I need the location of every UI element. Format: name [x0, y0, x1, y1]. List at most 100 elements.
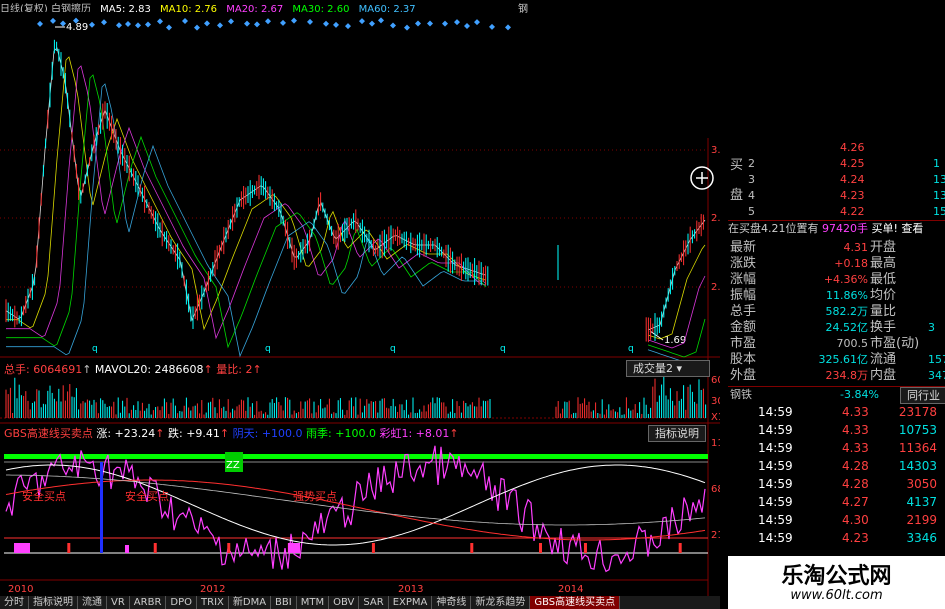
volume-axis-label: X100: [711, 412, 720, 423]
signal-diamond: [101, 19, 107, 26]
stat-key: 股本: [730, 352, 757, 367]
stat-key2: 开盘: [870, 240, 897, 255]
indicator-tab[interactable]: VR: [107, 596, 130, 609]
stat-value: 700.5: [836, 337, 869, 350]
bid-level: 5: [748, 205, 755, 218]
tick-price: 4.27: [842, 495, 869, 509]
volume-total: 总手: 6064691: [4, 363, 83, 376]
signal-diamond: [182, 17, 188, 24]
indicator-name: GBS高速线买卖点: [4, 427, 93, 440]
tick-price: 4.33: [842, 405, 869, 419]
bid-price: 4.25: [840, 157, 865, 170]
indicator-tab[interactable]: ARBR: [130, 596, 167, 609]
indicator-tab[interactable]: 神奇线: [432, 596, 472, 609]
order-volume: 97420手: [822, 222, 868, 235]
zz-label: ZZ: [226, 460, 240, 471]
stat-value: 24.52亿: [825, 321, 869, 334]
stat-row: 股本 325.61亿 流通 157.: [728, 352, 945, 368]
volume-header: 总手: 6064691↑ MAVOL20: 2486608↑ 量比: 2↑: [4, 363, 262, 376]
low-price-marker: 1.69: [664, 335, 686, 346]
moving-average-lines: [5, 47, 706, 367]
stat-row: 总手 582.2万 量比: [728, 304, 945, 320]
indicator-annotation: 安全买点: [125, 489, 169, 503]
indicator-tab-bar: 分时 指标说明 流通 VR ARBR DPO TRIX 新DMA BBI MTM OBV SAR EXP…: [0, 596, 720, 609]
signal-diamond: [217, 22, 223, 29]
indicator-tab[interactable]: OBV: [329, 596, 360, 609]
stat-value: +0.18: [834, 257, 868, 270]
tick-row: 14:59 4.23 3346: [758, 530, 945, 546]
indicator-tab[interactable]: SAR: [359, 596, 389, 609]
signal-diamond: [291, 17, 297, 24]
stat-key: 金额: [730, 320, 757, 335]
add-indicator-icon[interactable]: [690, 166, 714, 190]
stat-key2: 最高: [870, 256, 897, 271]
indicator-zhang: 涨: +23.24: [96, 427, 156, 440]
indicator-tab[interactable]: 新龙系趋势: [471, 596, 531, 609]
stat-value: 11.86%: [826, 289, 868, 302]
stat-row: 外盘 234.8万 内盘 347: [728, 368, 945, 384]
signal-diamond: [415, 20, 421, 27]
bid-row[interactable]: 4 4.23 13: [728, 188, 945, 204]
indicator-die: 跌: +9.41: [168, 427, 220, 440]
x-axis-label: 2012: [200, 584, 225, 595]
signal-diamond: [265, 18, 271, 25]
same-industry-button[interactable]: 同行业: [900, 387, 945, 404]
signal-block: [125, 545, 129, 553]
ex-right-marker: q: [265, 344, 271, 354]
volume-axis-label: 60647: [711, 375, 720, 386]
bid-row[interactable]: 3 4.24 13: [728, 172, 945, 188]
volume-bars: [5, 376, 707, 418]
indicator-tab[interactable]: EXPMA: [389, 596, 433, 609]
stat-row: 金额 24.52亿 换手 3: [728, 320, 945, 336]
kline-chart[interactable]: 3.59 2.91 2.21 4.89 1.69 q q q q q 60647…: [0, 0, 720, 596]
stat-value: 582.2万: [825, 305, 869, 318]
sector-change: -3.84%: [840, 388, 879, 401]
stat-key: 涨幅: [730, 272, 757, 287]
bid-row[interactable]: 5 4.22 15: [728, 204, 945, 220]
volume-indicator-select[interactable]: 成交量2 ▾: [626, 360, 710, 377]
signal-diamond: [204, 20, 210, 27]
indicator-tab[interactable]: DPO: [166, 596, 198, 609]
signal-diamond: [390, 22, 396, 29]
tick-time: 14:59: [758, 459, 793, 473]
indicator-tab[interactable]: TRIX: [197, 596, 229, 609]
tick-row: 14:59 4.33 23178: [758, 404, 945, 420]
bid-row[interactable]: 2 4.25 1: [728, 156, 945, 172]
signal-diamond: [369, 20, 375, 27]
bid-volume: 1: [933, 157, 940, 170]
bid-price: 4.22: [840, 205, 865, 218]
stat-value: 234.8万: [825, 369, 869, 382]
indicator-tab[interactable]: 分时: [0, 596, 29, 609]
bid-price: 4.24: [840, 173, 865, 186]
tick-row: 14:59 4.28 3050: [758, 476, 945, 492]
tick-time: 14:59: [758, 531, 793, 545]
signal-diamond: [228, 18, 234, 25]
signal-diamond: [345, 23, 351, 30]
indicator-tab[interactable]: 指标说明: [29, 596, 78, 609]
quote-panel: 4.26 买 盘 2 4.25 13 4.24 13 4 4.23 13 5 4.2…: [728, 140, 945, 596]
tick-time: 14:59: [758, 405, 793, 419]
signal-diamond: [404, 24, 410, 31]
indicator-tab[interactable]: GBS高速线买卖点: [530, 596, 621, 609]
indicator-help-button[interactable]: 指标说明: [648, 425, 706, 442]
price-axis-label: 2.91: [711, 213, 720, 224]
indicator-tab[interactable]: BBI: [271, 596, 297, 609]
ex-right-marker: q: [628, 344, 634, 354]
stat-key: 振幅: [730, 288, 757, 303]
signal-diamond: [280, 19, 286, 26]
price-axis-label: 2.21: [711, 282, 720, 293]
top-price-row: 4.26: [728, 140, 945, 156]
signal-diamond: [474, 19, 480, 26]
indicator-yuji: 雨季: +100.0: [306, 427, 376, 440]
indicator-tab[interactable]: 流通: [78, 596, 107, 609]
indicator-tab[interactable]: MTM: [297, 596, 330, 609]
signal-bar: [67, 543, 71, 553]
stat-row: 涨幅 +4.36% 最低: [728, 272, 945, 288]
watermark-title: 乐淘公式网: [781, 564, 892, 589]
tick-price: 4.33: [842, 423, 869, 437]
signal-diamond: [464, 22, 470, 29]
stat-value2: 3: [928, 321, 935, 334]
x-axis-label: 2010: [8, 584, 33, 595]
order-line: 在买盘4.21位置有: [728, 222, 819, 235]
indicator-tab[interactable]: 新DMA: [229, 596, 272, 609]
